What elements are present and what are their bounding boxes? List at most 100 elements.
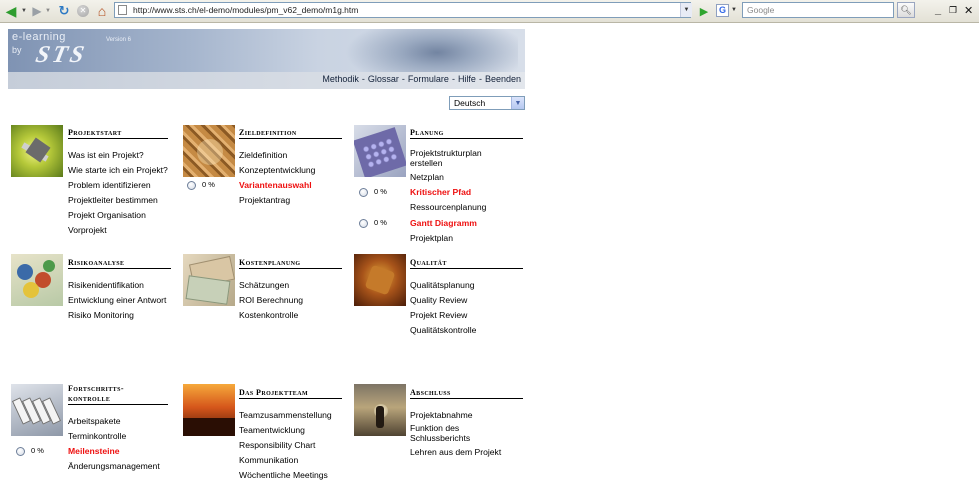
- link-roi-berechnung[interactable]: ROI Berechnung: [239, 295, 303, 305]
- link-quality-review[interactable]: Quality Review: [410, 295, 467, 305]
- go-arrow-icon[interactable]: ▶: [697, 3, 711, 19]
- header-banner: e-learning Version 6 by STS Methodik - Glo…: [8, 29, 525, 89]
- projektteam-title: Das Projektteam: [239, 388, 342, 399]
- link-meilensteine[interactable]: Meilensteine: [68, 446, 120, 456]
- link-ressourcenplanung[interactable]: Ressourcenplanung: [410, 202, 486, 212]
- stop-icon[interactable]: ✕: [75, 3, 91, 19]
- logo-by: by: [12, 45, 22, 55]
- link-projektleiter-bestimmen[interactable]: Projektleiter bestimmen: [68, 195, 158, 205]
- nav-methodik[interactable]: Methodik: [322, 74, 359, 84]
- progress-kritischer-pfad: 0 %: [359, 187, 387, 197]
- page-icon: [118, 5, 127, 15]
- link-lehren-aus-dem-projekt[interactable]: Lehren aus dem Projekt: [410, 447, 501, 457]
- link-variantenauswahl[interactable]: Variantenauswahl: [239, 180, 312, 190]
- progress-percent: 0 %: [31, 446, 44, 455]
- back-dropdown-icon[interactable]: ▼: [20, 3, 28, 19]
- link-funktion-des-schlussberichts[interactable]: Funktion des Schlussberichts: [410, 423, 500, 443]
- planung-image: [354, 125, 406, 177]
- restore-icon[interactable]: ❐: [949, 3, 957, 17]
- forward-dropdown-icon[interactable]: ▼: [44, 3, 52, 19]
- search-input[interactable]: Google: [742, 2, 894, 18]
- link-qualitaetskontrolle[interactable]: Qualitätskontrolle: [410, 325, 476, 335]
- link-projektantrag[interactable]: Projektantrag: [239, 195, 290, 205]
- progress-radio[interactable]: [187, 180, 196, 190]
- language-select[interactable]: Deutsch ▼: [449, 96, 525, 110]
- progress-percent: 0 %: [374, 218, 387, 227]
- link-responsibility-chart[interactable]: Responsibility Chart: [239, 440, 315, 450]
- link-teamentwicklung[interactable]: Teamentwicklung: [239, 425, 305, 435]
- link-teamzusammenstellung[interactable]: Teamzusammenstellung: [239, 410, 332, 420]
- search-icon[interactable]: 🔍︎: [897, 2, 915, 18]
- projektstart-title: Projektstart: [68, 128, 168, 139]
- version-label: Version 6: [106, 37, 132, 43]
- link-projektstrukturplan-erstellen[interactable]: Projektstrukturplan erstellen: [410, 148, 500, 168]
- risikoanalyse-title: Risikoanalyse: [68, 258, 171, 269]
- progress-radio[interactable]: [16, 446, 25, 456]
- nav-separator: -: [401, 74, 405, 84]
- risikoanalyse-image: [11, 254, 63, 306]
- fortschrittskontrolle-title-line2: kontrolle: [68, 394, 168, 405]
- minimize-icon[interactable]: _: [935, 3, 941, 17]
- kostenplanung-title: Kostenplanung: [239, 258, 342, 269]
- top-navigation: Methodik - Glossar - Formulare - Hilfe - Beenden: [322, 74, 521, 84]
- link-projektabnahme[interactable]: Projektabnahme: [410, 410, 473, 420]
- search-placeholder: Google: [747, 5, 775, 15]
- abschluss-image: [354, 384, 406, 436]
- nav-separator: -: [451, 74, 455, 84]
- link-zieldefinition[interactable]: Zieldefinition: [239, 150, 287, 160]
- zieldefinition-image: [183, 125, 235, 177]
- link-qualitaetsplanung[interactable]: Qualitätsplanung: [410, 280, 475, 290]
- projektteam-image: [183, 384, 235, 436]
- close-icon[interactable]: ✕: [964, 3, 973, 17]
- zieldefinition-title: Zieldefinition: [239, 128, 342, 139]
- nav-separator: -: [478, 74, 482, 84]
- link-kostenkontrolle[interactable]: Kostenkontrolle: [239, 310, 298, 320]
- link-projektplan[interactable]: Projektplan: [410, 233, 453, 243]
- fortschrittskontrolle-image: [11, 384, 63, 436]
- url-text[interactable]: http://www.sts.ch/el-demo/modules/pm_v62…: [133, 5, 358, 15]
- link-problem-identifizieren[interactable]: Problem identifizieren: [68, 180, 151, 190]
- link-aenderungsmanagement[interactable]: Änderungsmanagement: [68, 461, 160, 471]
- link-arbeitspakete[interactable]: Arbeitspakete: [68, 416, 121, 426]
- chevron-down-icon: ▼: [731, 7, 737, 13]
- sts-logo: STS: [33, 42, 90, 68]
- link-projekt-organisation[interactable]: Projekt Organisation: [68, 210, 146, 220]
- language-value: Deutsch: [454, 98, 486, 108]
- link-woechentliche-meetings[interactable]: Wöchentliche Meetings: [239, 470, 328, 480]
- link-entwicklung-einer-antwort[interactable]: Entwicklung einer Antwort: [68, 295, 166, 305]
- address-bar[interactable]: http://www.sts.ch/el-demo/modules/pm_v62…: [114, 2, 691, 18]
- link-risikenidentifikation[interactable]: Risikenidentifikation: [68, 280, 144, 290]
- progress-radio[interactable]: [359, 187, 368, 197]
- abschluss-title: Abschluss: [410, 388, 523, 399]
- progress-meilensteine: 0 %: [16, 446, 44, 456]
- progress-radio[interactable]: [359, 218, 368, 228]
- link-was-ist-ein-projekt[interactable]: Was ist ein Projekt?: [68, 150, 144, 160]
- link-gantt-diagramm[interactable]: Gantt Diagramm: [410, 218, 477, 228]
- link-schaetzungen[interactable]: Schätzungen: [239, 280, 289, 290]
- link-konzeptentwicklung[interactable]: Konzeptentwicklung: [239, 165, 315, 175]
- progress-variantenauswahl: 0 %: [187, 180, 215, 190]
- link-kritischer-pfad[interactable]: Kritischer Pfad: [410, 187, 471, 197]
- back-arrow-icon[interactable]: ◀: [2, 3, 20, 19]
- chevron-down-icon[interactable]: ▼: [511, 97, 524, 109]
- progress-percent: 0 %: [374, 187, 387, 196]
- link-risiko-monitoring[interactable]: Risiko Monitoring: [68, 310, 134, 320]
- nav-beenden[interactable]: Beenden: [485, 74, 521, 84]
- google-icon: G: [716, 3, 729, 17]
- link-terminkontrolle[interactable]: Terminkontrolle: [68, 431, 126, 441]
- link-projekt-review[interactable]: Projekt Review: [410, 310, 467, 320]
- nav-glossar[interactable]: Glossar: [368, 74, 399, 84]
- link-wie-starte-ich[interactable]: Wie starte ich ein Projekt?: [68, 165, 168, 175]
- browser-toolbar: ◀ ▼ ▶ ▼ ↻ ✕ ⌂ http://www.sts.ch/el-demo/…: [0, 0, 979, 23]
- link-vorprojekt[interactable]: Vorprojekt: [68, 225, 107, 235]
- reload-icon[interactable]: ↻: [56, 3, 72, 19]
- url-dropdown-icon[interactable]: ▼: [680, 3, 692, 17]
- forward-arrow-icon[interactable]: ▶: [30, 3, 44, 19]
- link-netzplan[interactable]: Netzplan: [410, 172, 444, 182]
- link-kommunikation[interactable]: Kommunikation: [239, 455, 298, 465]
- search-engine-selector[interactable]: G ▼: [716, 3, 742, 17]
- nav-hilfe[interactable]: Hilfe: [458, 74, 476, 84]
- fortschrittskontrolle-title-line1: Fortschritts-: [68, 384, 124, 393]
- nav-formulare[interactable]: Formulare: [408, 74, 449, 84]
- home-icon[interactable]: ⌂: [94, 3, 110, 19]
